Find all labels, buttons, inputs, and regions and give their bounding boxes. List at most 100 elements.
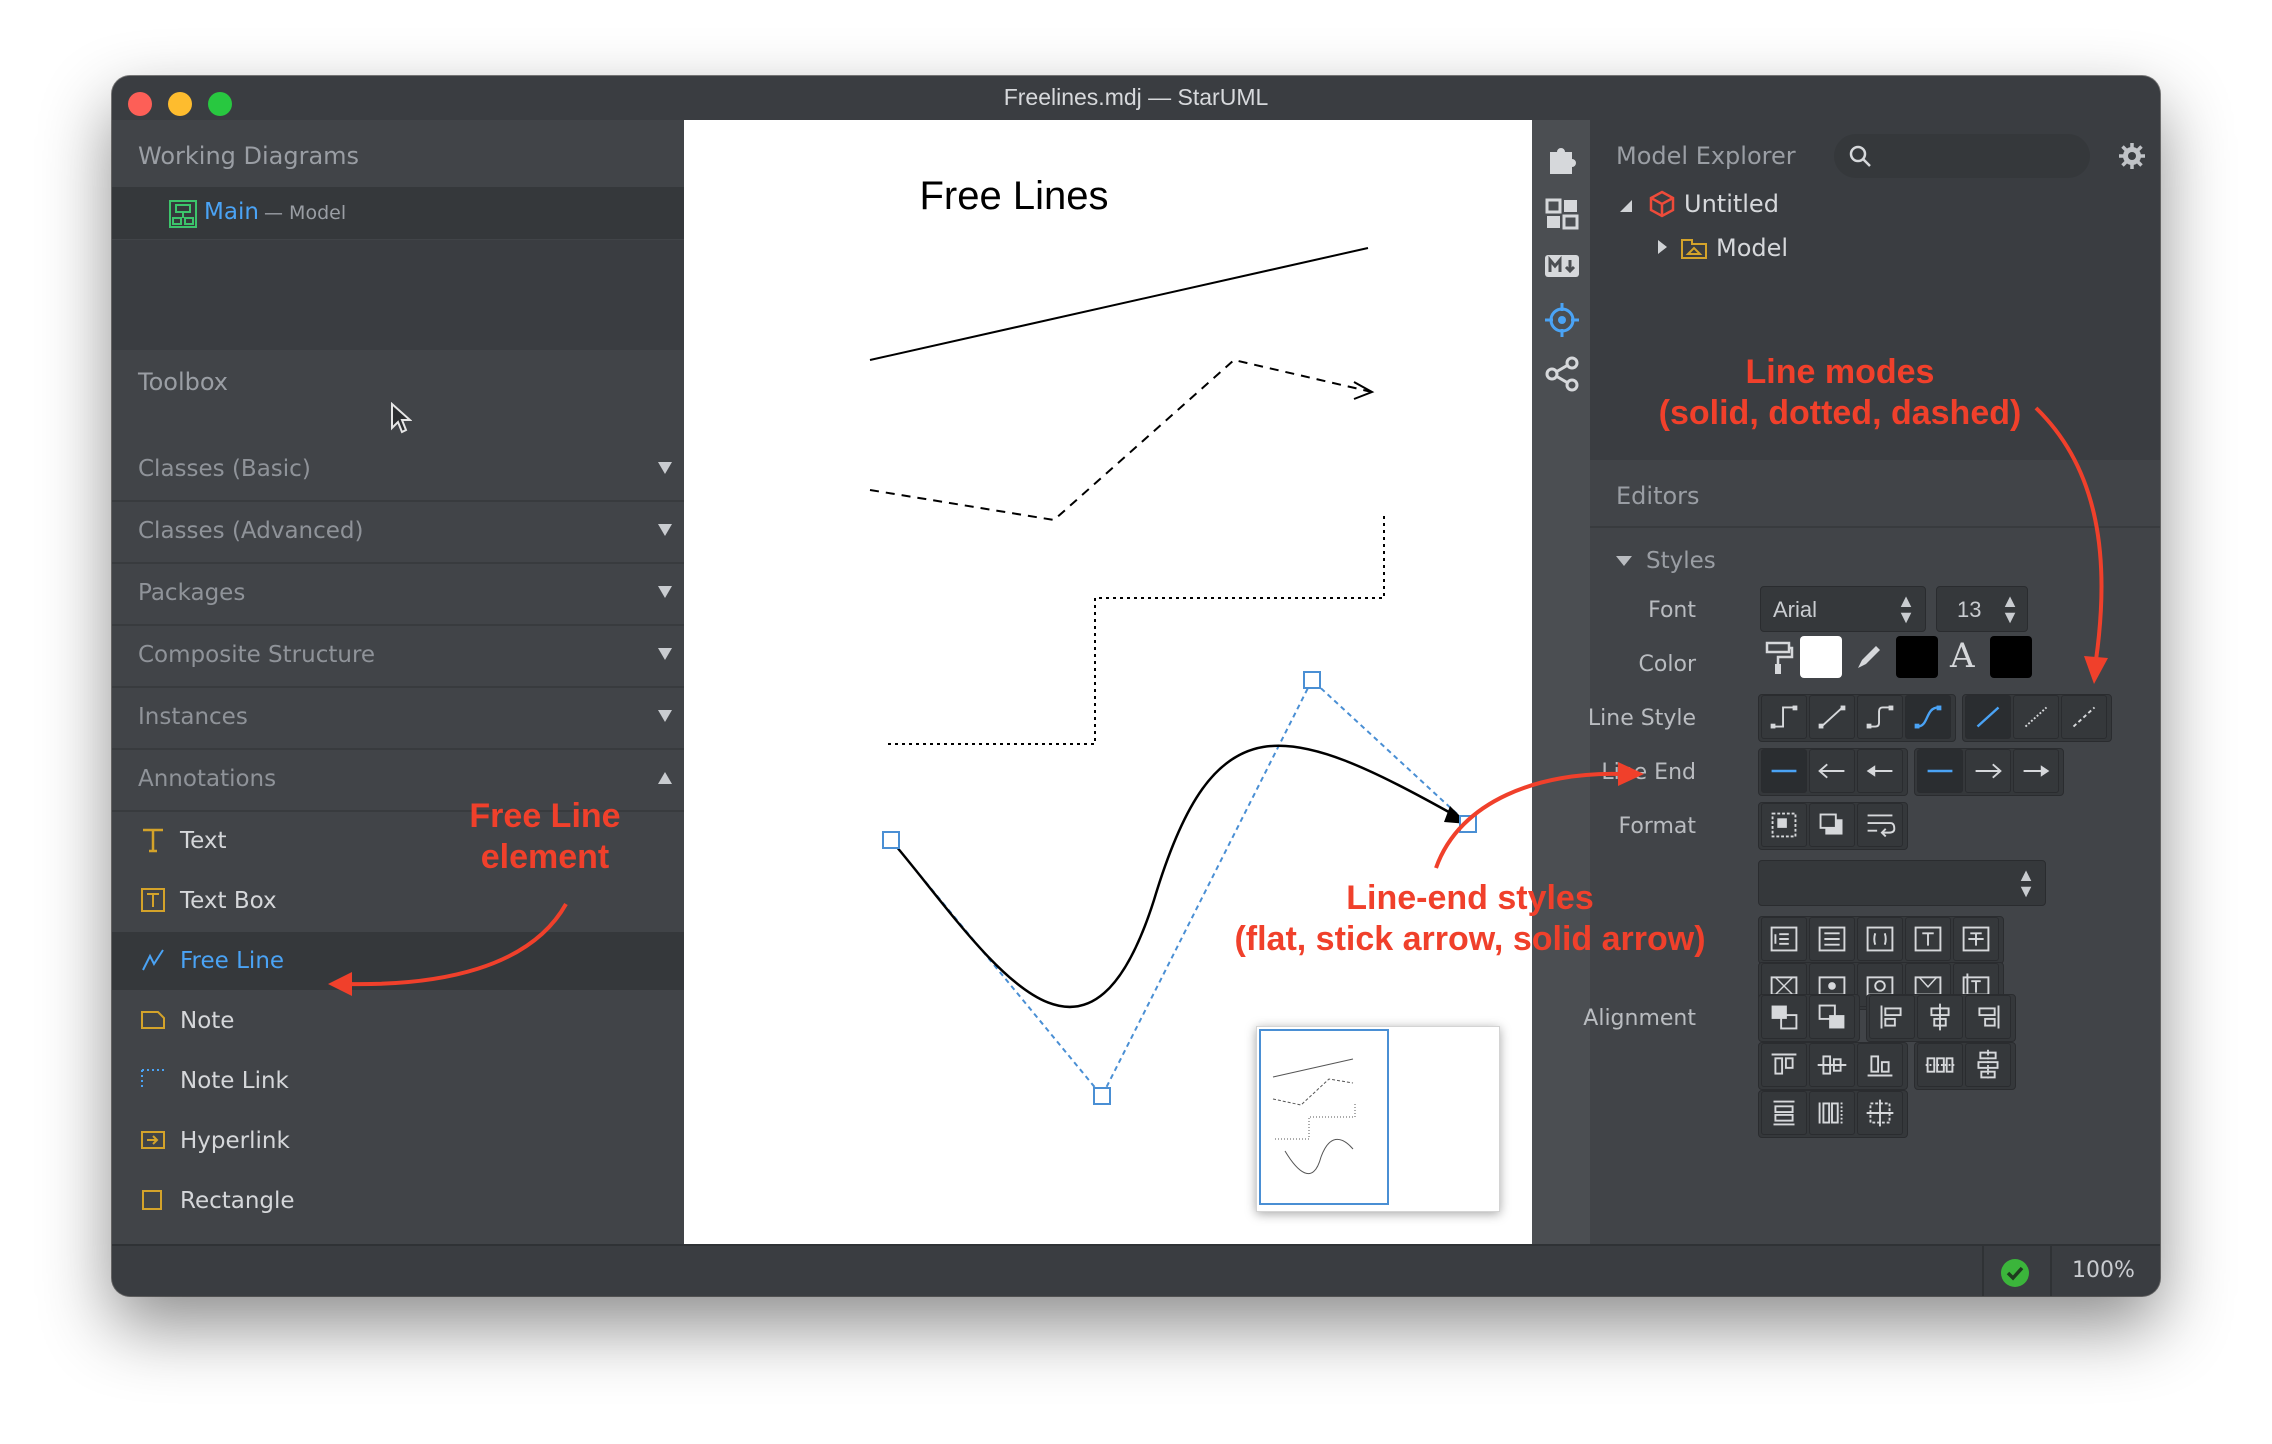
tool-free-line[interactable]: Free Line — [112, 932, 684, 990]
free-line-solid — [869, 247, 1369, 361]
tool-label: Text Box — [180, 888, 277, 914]
font-family-select[interactable]: Arial ▲ ▼ — [1760, 586, 1926, 632]
suppress-receptions-icon[interactable] — [1857, 917, 1903, 961]
stick-arrow-end-icon[interactable] — [1965, 749, 2011, 793]
toolbox-group-instances[interactable]: Instances — [112, 688, 684, 750]
diagram-owner: — Model — [264, 202, 347, 224]
solid-arrow-end-icon[interactable] — [2013, 749, 2059, 793]
tool-note[interactable]: Note — [112, 992, 684, 1050]
control-line-1 — [891, 840, 1212, 1098]
dotted-line-mode-icon[interactable] — [2013, 695, 2059, 739]
rounded-rectilinear-line-icon[interactable] — [1857, 695, 1903, 739]
align-left-icon[interactable] — [1869, 995, 1915, 1039]
align-middle-icon[interactable] — [1809, 1043, 1855, 1087]
toolbox-group-packages[interactable]: Packages — [112, 564, 684, 626]
working-diagram-item[interactable]: Main — Model — [112, 187, 684, 239]
styles-collapse-icon[interactable] — [1616, 556, 1632, 566]
color-label: Color — [1638, 652, 1696, 677]
align-center-icon[interactable] — [1917, 995, 1963, 1039]
tree-label: Model — [1716, 234, 1789, 262]
tool-note-link[interactable]: Note Link — [112, 1052, 684, 1110]
share-graph-icon[interactable] — [1544, 356, 1580, 392]
fill-color-swatch[interactable] — [1800, 636, 1842, 678]
show-shadow-icon[interactable] — [1809, 803, 1855, 847]
layout-panels-icon[interactable] — [1544, 196, 1580, 232]
suppress-operations-icon[interactable] — [1809, 917, 1855, 961]
space-evenly-vertically-icon[interactable] — [1965, 1043, 2011, 1087]
auto-resize-icon[interactable] — [1761, 803, 1807, 847]
font-size-stepper[interactable]: 13 ▲ ▼ — [1936, 586, 2028, 632]
ok-check-icon[interactable] — [2000, 1258, 2030, 1288]
free-line-dashed — [869, 358, 1373, 522]
same-size-icon[interactable] — [1857, 1091, 1903, 1135]
suppress-literals-icon[interactable] — [1905, 917, 1951, 961]
expanded-triangle-icon[interactable] — [1620, 200, 1632, 212]
tool-hyperlink[interactable]: Hyperlink — [112, 1112, 684, 1170]
minimap[interactable] — [1256, 1026, 1500, 1212]
rectilinear-line-icon[interactable] — [1761, 695, 1807, 739]
editors-header: Editors — [1616, 482, 1700, 510]
group-label: Composite Structure — [138, 642, 376, 668]
project-cube-icon — [1649, 190, 1675, 218]
navigator-crosshair-icon[interactable] — [1544, 302, 1580, 338]
same-height-icon[interactable] — [1761, 1091, 1807, 1135]
minimap-viewport[interactable] — [1259, 1029, 1389, 1205]
line-end-label: Line End — [1601, 760, 1696, 785]
markdown-icon[interactable] — [1544, 248, 1580, 284]
gear-icon[interactable] — [2118, 142, 2146, 170]
line-mode-group — [1962, 694, 2112, 742]
diagram-canvas[interactable]: Free Lines — [684, 120, 1532, 1244]
bring-to-front-icon[interactable] — [1761, 995, 1807, 1039]
same-width-icon[interactable] — [1809, 1091, 1855, 1135]
extensions-puzzle-icon[interactable] — [1544, 142, 1580, 178]
space-evenly-horizontally-icon[interactable] — [1917, 1043, 1963, 1087]
font-color-a-icon[interactable]: A — [1950, 636, 1975, 676]
paint-roller-icon[interactable] — [1764, 640, 1794, 676]
solid-line-mode-icon[interactable] — [1965, 695, 2011, 739]
font-family-value: Arial — [1773, 597, 1818, 622]
model-search-input[interactable] — [1834, 134, 2090, 178]
annotation-line: Free Line — [469, 797, 621, 835]
line-color-pen-icon[interactable] — [1854, 642, 1884, 672]
toolbox-group-classes-advanced[interactable]: Classes (Advanced) — [112, 502, 684, 564]
stereotype-display-select[interactable]: ▲ ▼ — [1758, 860, 2046, 906]
collapsed-triangle-icon[interactable] — [1658, 240, 1667, 254]
tool-label: Rectangle — [180, 1188, 295, 1214]
curve-line-icon[interactable] — [1905, 695, 1951, 739]
tool-label: Text — [180, 828, 227, 854]
toolbox-group-composite-structure[interactable]: Composite Structure — [112, 626, 684, 688]
styles-section[interactable]: Styles — [1616, 546, 1916, 580]
stick-arrow-begin-icon[interactable] — [1809, 749, 1855, 793]
suppress-columns-icon[interactable] — [1953, 917, 1999, 961]
align-bottom-icon[interactable] — [1857, 1043, 1903, 1087]
chevron-up-icon — [658, 772, 672, 784]
font-color-swatch[interactable] — [1990, 636, 2032, 678]
word-wrap-icon[interactable] — [1857, 803, 1903, 847]
tool-rectangle[interactable]: Rectangle — [112, 1172, 684, 1230]
zoom-level[interactable]: 100% — [2072, 1258, 2135, 1283]
suppress-attributes-icon[interactable] — [1761, 917, 1807, 961]
app-window: Freelines.mdj — StarUML Working Diagrams… — [112, 76, 2160, 1296]
format-label: Format — [1618, 814, 1696, 839]
align-right-icon[interactable] — [1965, 995, 2011, 1039]
align-top-icon[interactable] — [1761, 1043, 1807, 1087]
flat-begin-icon[interactable] — [1761, 749, 1807, 793]
toolbox-group-classes-basic[interactable]: Classes (Basic) — [112, 440, 684, 502]
line-color-swatch[interactable] — [1896, 636, 1938, 678]
send-to-back-icon[interactable] — [1809, 995, 1855, 1039]
toolbox-header: Toolbox — [138, 368, 228, 396]
solid-arrow-begin-icon[interactable] — [1857, 749, 1903, 793]
tree-item-untitled[interactable]: Untitled — [1616, 184, 2016, 224]
diagram-name: Main — [204, 199, 259, 225]
tree-item-model[interactable]: Model — [1616, 228, 2016, 268]
chevron-down-icon — [658, 524, 672, 536]
editors-header-bar: Editors — [1590, 460, 2160, 528]
text-box-icon — [141, 888, 165, 912]
flat-end-icon[interactable] — [1917, 749, 1963, 793]
tool-text-box[interactable]: Text Box — [112, 872, 684, 930]
annotation-line: Line modes — [1745, 353, 1935, 391]
dashed-line-mode-icon[interactable] — [2061, 695, 2107, 739]
oblique-line-icon[interactable] — [1809, 695, 1855, 739]
annotation-line: Line-end styles — [1346, 879, 1594, 917]
free-line-icon — [142, 949, 164, 971]
